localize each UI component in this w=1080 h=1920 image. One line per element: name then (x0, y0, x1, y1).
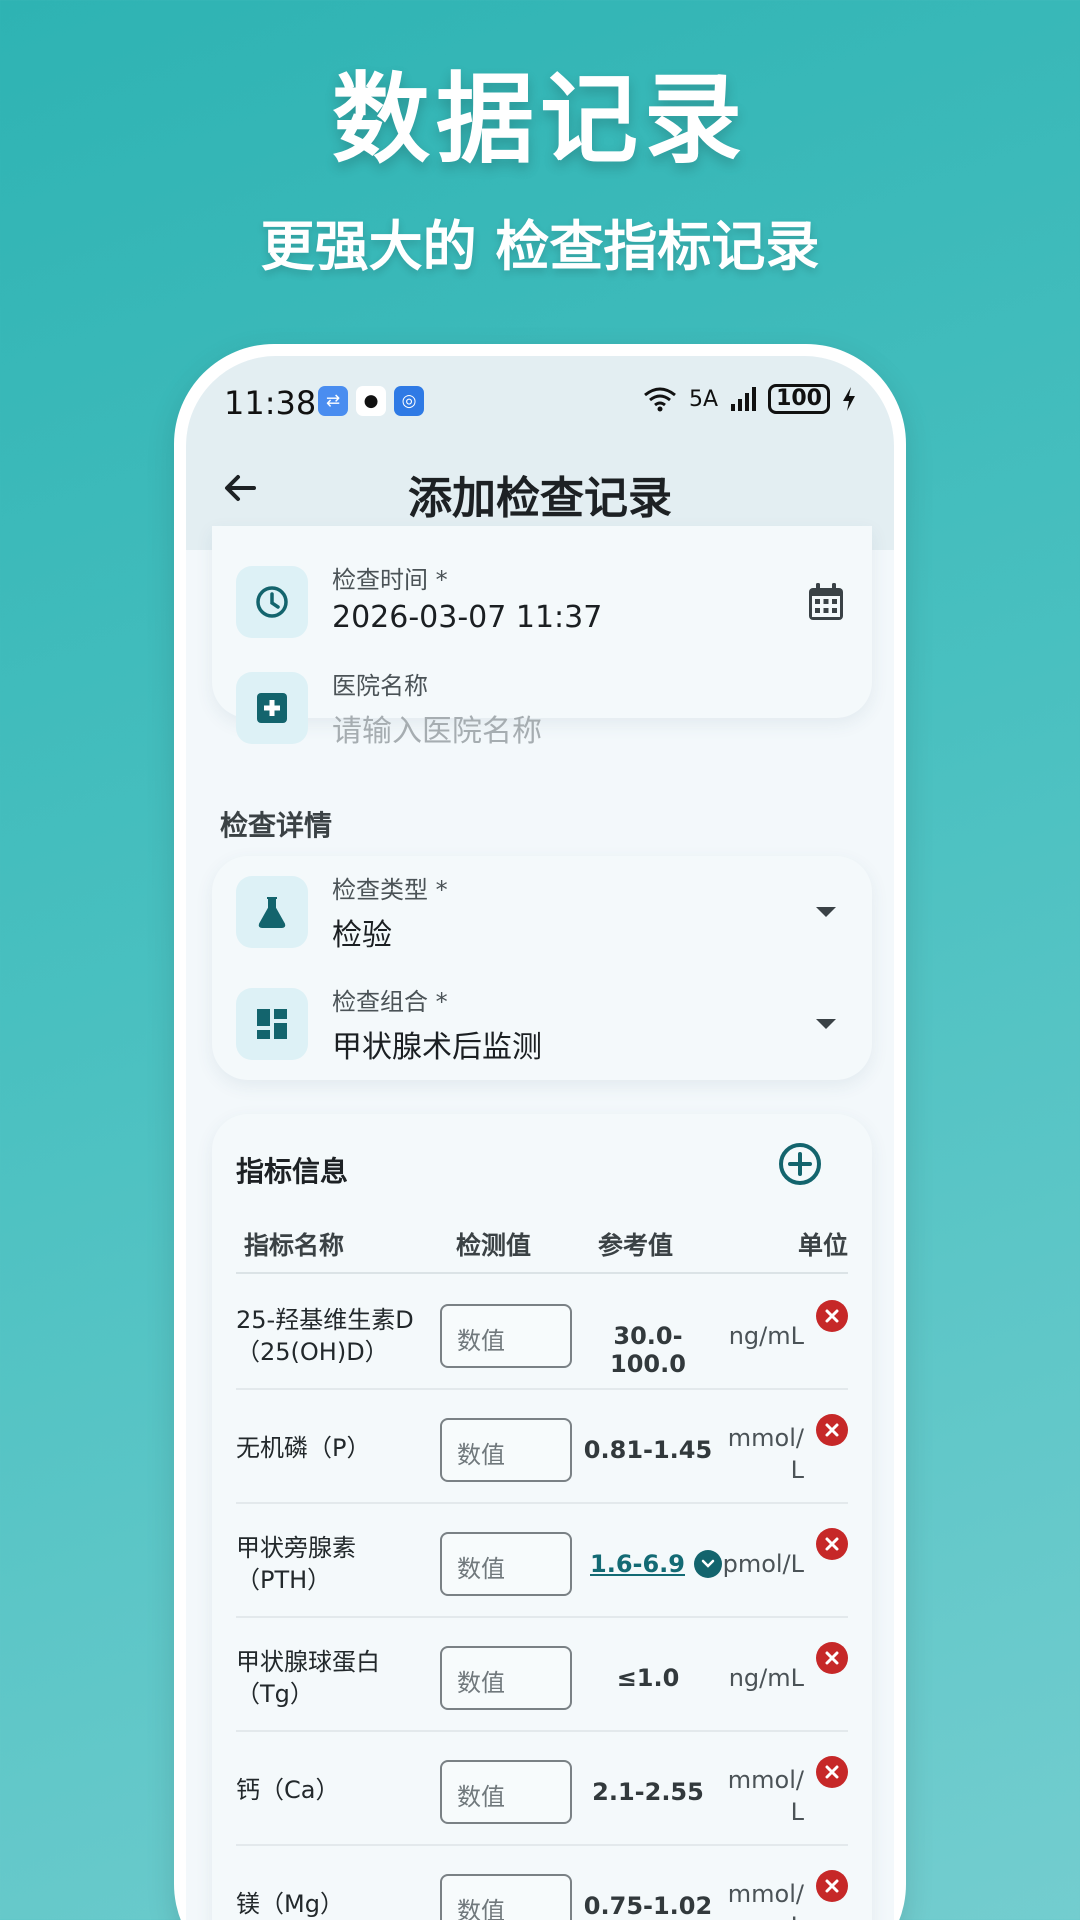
value-input[interactable]: 数值 (440, 1874, 572, 1920)
reference-range: 30.0-100.0 (610, 1322, 686, 1378)
value-input[interactable]: 数值 (440, 1760, 572, 1824)
page-title: 添加检查记录 (408, 473, 672, 524)
wifi-icon (644, 387, 676, 412)
calendar-button[interactable] (804, 580, 848, 624)
status-time: 11:38 (224, 384, 317, 422)
close-icon (825, 1765, 839, 1779)
promo-subtitle: 更强大的 检查指标记录 (260, 215, 820, 278)
delete-row-button[interactable] (816, 1414, 848, 1446)
column-reference: 参考值 (598, 1231, 674, 1260)
indicator-name: 25-羟基维生素D （25(OH)D） (236, 1306, 414, 1366)
column-name: 指标名称 (244, 1231, 345, 1260)
calendar-icon (809, 583, 843, 620)
charging-icon (843, 387, 855, 411)
unit-label: mmol/L (727, 1424, 804, 1484)
reference-range: 0.75-1.02 (583, 1892, 713, 1920)
value-input[interactable]: 数值 (440, 1532, 572, 1596)
indicator-name: 甲状腺球蛋白 （Tg） (236, 1648, 380, 1708)
close-icon (825, 1309, 839, 1323)
dropdown-icon (804, 890, 848, 934)
flask-icon (236, 876, 308, 948)
indicator-name: 无机磷（P） (236, 1434, 371, 1462)
dashboard-icon (236, 988, 308, 1060)
app-notification-icon: ◎ (394, 386, 424, 416)
exam-group-select[interactable]: 检查组合 * 甲状腺术后监测 (236, 988, 848, 1065)
notification-icons: ⇄ ● ◎ (318, 386, 424, 416)
add-indicator-button[interactable] (776, 1140, 824, 1188)
phone-frame: 11:38 ⇄ ● ◎ 5A 100 添加检查记录 检查时间 * 2026-03… (174, 344, 906, 1920)
reference-range: 0.81-1.45 (583, 1436, 713, 1464)
delete-row-button[interactable] (816, 1756, 848, 1788)
delete-row-button[interactable] (816, 1300, 848, 1332)
reference-range: ≤1.0 (616, 1664, 680, 1692)
close-icon (825, 1879, 839, 1893)
exam-group-label: 检查组合 * (332, 988, 448, 1016)
table-row: 甲状腺球蛋白 （Tg） 数值 ≤1.0 ng/mL (236, 1618, 848, 1732)
network-type: 5A (689, 386, 719, 412)
value-input[interactable]: 数值 (440, 1646, 572, 1710)
close-icon (825, 1651, 839, 1665)
signal-icon (731, 387, 757, 411)
details-section-title: 检查详情 (220, 809, 333, 842)
exam-type-label: 检查类型 * (332, 876, 448, 904)
battery-indicator: 100 (768, 384, 830, 414)
table-row: 钙（Ca） 数值 2.1-2.55 mmol/L (236, 1732, 848, 1846)
table-row: 无机磷（P） 数值 0.81-1.45 mmol/L (236, 1390, 848, 1504)
reference-range: 2.1-2.55 (592, 1778, 704, 1806)
exam-time-label: 检查时间 * (332, 566, 448, 594)
basic-info-card: 检查时间 * 2026-03-07 11:37 医院名称 请输入医院名称 (212, 526, 872, 749)
hospital-input[interactable]: 请输入医院名称 (332, 706, 542, 750)
value-input[interactable]: 数值 (440, 1304, 572, 1368)
details-card: 检查类型 * 检验 检查组合 * 甲状腺术后监测 (212, 856, 872, 1080)
unit-label: ng/mL (728, 1664, 804, 1692)
column-unit: 单位 (797, 1231, 848, 1260)
delete-row-button[interactable] (816, 1642, 848, 1674)
table-header: 指标名称 检测值 参考值 单位 (236, 1226, 848, 1274)
delete-row-button[interactable] (816, 1528, 848, 1560)
value-input[interactable]: 数值 (440, 1418, 572, 1482)
app-bar: 11:38 ⇄ ● ◎ 5A 100 添加检查记录 (186, 356, 894, 550)
exam-type-select[interactable]: 检查类型 * 检验 (236, 876, 848, 953)
dropdown-icon (804, 1002, 848, 1046)
usb-icon: ⇄ (318, 386, 348, 416)
close-icon (825, 1423, 839, 1437)
exam-time-value: 2026-03-07 11:37 (332, 600, 603, 635)
indicator-name: 钙（Ca） (236, 1776, 340, 1804)
table-row: 甲状旁腺素 （PTH） 数值 1.6-6.9 pmol/L (236, 1504, 848, 1618)
hospital-label: 医院名称 (332, 672, 428, 700)
unit-label: pmol/L (722, 1550, 804, 1578)
indicator-name: 镁（Mg） (236, 1890, 344, 1918)
status-right-group: 5A 100 (643, 384, 856, 414)
reference-expand-button[interactable] (694, 1550, 722, 1578)
app-screen: 11:38 ⇄ ● ◎ 5A 100 添加检查记录 检查时间 * 2026-03… (186, 356, 894, 1920)
indicators-card: 指标信息 指标名称 检测值 参考值 单位 25-羟基维生素D （25(OH)D） … (212, 1114, 872, 1920)
exam-type-value: 检验 (332, 918, 392, 953)
indicator-name: 甲状旁腺素 （PTH） (236, 1534, 356, 1594)
table-row: 镁（Mg） 数值 0.75-1.02 mmol/L (236, 1846, 848, 1920)
indicators-title: 指标信息 (236, 1155, 349, 1188)
delete-row-button[interactable] (816, 1870, 848, 1902)
close-icon (825, 1537, 839, 1551)
hospital-icon (236, 672, 308, 744)
unit-label: ng/mL (728, 1322, 804, 1350)
qq-icon: ● (356, 386, 386, 416)
reference-range-link[interactable]: 1.6-6.9 (590, 1550, 690, 1578)
unit-label: mmol/L (727, 1880, 804, 1920)
hospital-field[interactable]: 医院名称 请输入医院名称 (236, 672, 848, 749)
unit-label: mmol/L (727, 1766, 804, 1826)
exam-group-value: 甲状腺术后监测 (332, 1030, 542, 1065)
exam-time-field[interactable]: 检查时间 * 2026-03-07 11:37 (236, 566, 848, 638)
clock-icon (236, 566, 308, 638)
chevron-down-icon (701, 1559, 715, 1568)
add-circle-icon (779, 1143, 821, 1185)
table-row: 25-羟基维生素D （25(OH)D） 数值 30.0-100.0 ng/mL (236, 1276, 848, 1390)
promo-title: 数据记录 (331, 63, 748, 177)
column-value: 检测值 (456, 1231, 532, 1260)
